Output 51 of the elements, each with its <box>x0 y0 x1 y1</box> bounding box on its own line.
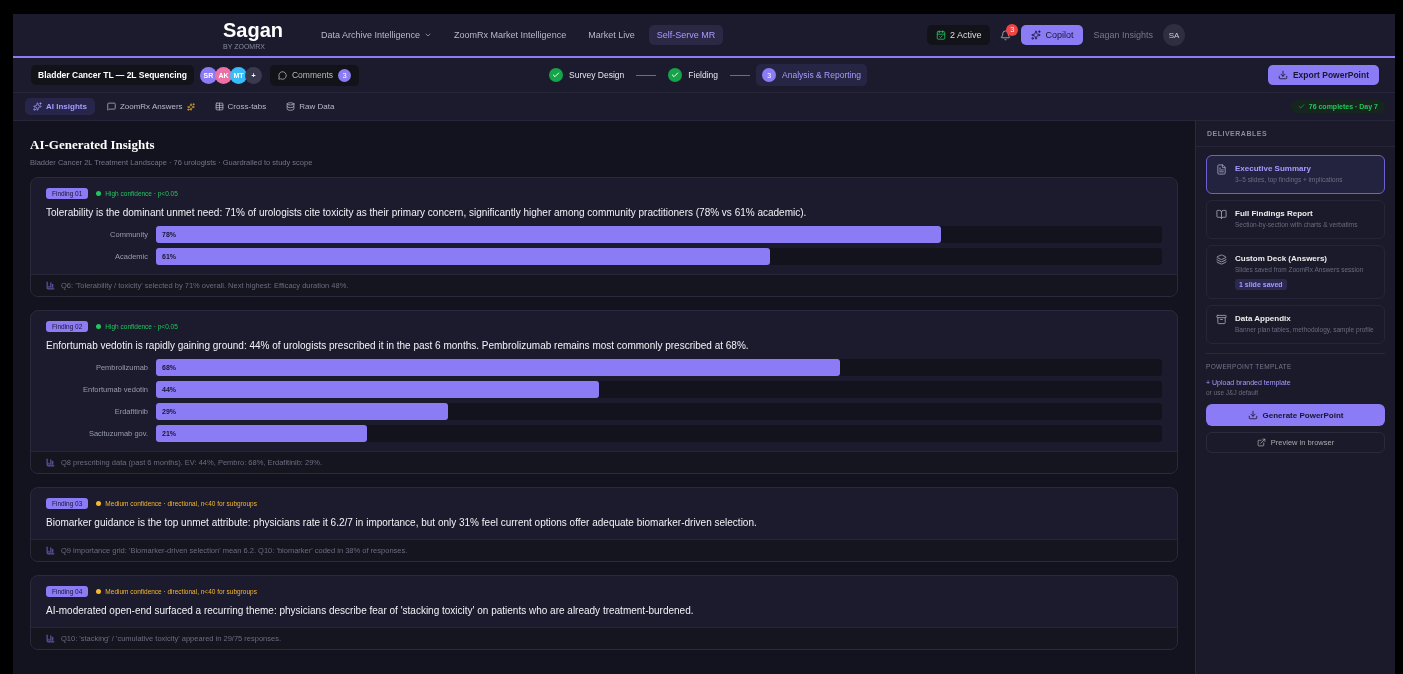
workflow-step[interactable]: Fielding <box>662 64 725 86</box>
generate-button[interactable]: Generate PowerPoint <box>1206 404 1385 427</box>
bar-chart-icon <box>46 634 55 643</box>
finding-text: AI-moderated open-end surfaced a recurring theme: physicians describe fear of 'stacking toxicity' on patients who are already treatment-burdened. <box>46 605 695 616</box>
message-icon <box>106 102 116 111</box>
workspace-name: Sagan Insights <box>1093 30 1153 40</box>
logo: Sagan <box>223 20 284 40</box>
download-icon <box>1247 410 1258 421</box>
document-icon <box>1216 164 1227 175</box>
check-icon <box>671 71 680 79</box>
deliverable-title: Custom Deck (Answers) <box>1235 253 1329 263</box>
download-icon <box>1277 70 1288 80</box>
finding-text: Biomarker guidance is the top unmet attribute: physicians rate it 6.2/7 in importance, but only 31% feel current options offer adequate biomarker-driven selection. <box>46 517 758 528</box>
tab[interactable]: AI Insights <box>25 98 95 115</box>
chevron-down-icon <box>424 31 433 39</box>
tab[interactable]: ZoomRx Answers <box>98 98 203 115</box>
copilot-button[interactable]: Copilot <box>1021 25 1084 45</box>
bar-chart-icon <box>46 458 55 467</box>
bar-chart-icon <box>46 281 55 290</box>
check-icon <box>1297 103 1305 110</box>
sparkles-icon <box>1031 30 1042 40</box>
finding-text: Enfortumab vedotin is rapidly gaining ground: 44% of urologists prescribed it in the past 6 months. Pembrolizumab remains most commonly prescribed at 68%. <box>46 340 750 351</box>
deliverable-title: Full Findings Report <box>1235 208 1314 218</box>
finding-text: Tolerability is the dominant unmet need: 71% of urologists cite toxicity as their primary concern, significantly higher among community practitioners (78% vs 61% academic). <box>46 207 808 218</box>
project-title: Bladder Cancer TL — 2L Sequencing <box>31 65 194 85</box>
active-surveys-button[interactable]: 2 Active <box>926 25 991 45</box>
nav-item[interactable]: Self-Serve MR <box>648 25 724 45</box>
workflow-step[interactable]: Survey Design <box>543 64 631 86</box>
deliverable-title: Data Appendix <box>1235 314 1292 324</box>
nav-item[interactable]: Market Live <box>580 25 643 45</box>
nav-item[interactable]: Data Archive Intelligence <box>313 25 441 45</box>
section-title: AI-Generated Insights <box>30 137 156 153</box>
bar-chart-icon <box>46 546 55 555</box>
sparkles-icon <box>186 102 195 111</box>
bell-icon <box>1000 29 1012 41</box>
tab[interactable]: Raw Data <box>278 98 343 115</box>
external-link-icon <box>1256 438 1266 448</box>
check-icon <box>552 71 560 79</box>
layers-icon <box>1216 253 1227 265</box>
nav-item[interactable]: ZoomRx Market Intelligence <box>446 25 575 45</box>
user-avatar[interactable]: SA <box>1163 24 1185 46</box>
sparkles-icon <box>33 102 42 111</box>
archive-icon <box>1216 314 1227 326</box>
calendar-icon <box>935 30 946 40</box>
book-icon <box>1216 208 1227 220</box>
export-button[interactable]: Export PowerPoint <box>1267 65 1379 85</box>
table-icon <box>214 102 224 111</box>
database-icon <box>286 102 296 111</box>
deliverable-title: Executive Summary <box>1235 164 1313 173</box>
comment-icon <box>277 70 287 80</box>
tab[interactable]: Cross-tabs <box>206 98 275 115</box>
